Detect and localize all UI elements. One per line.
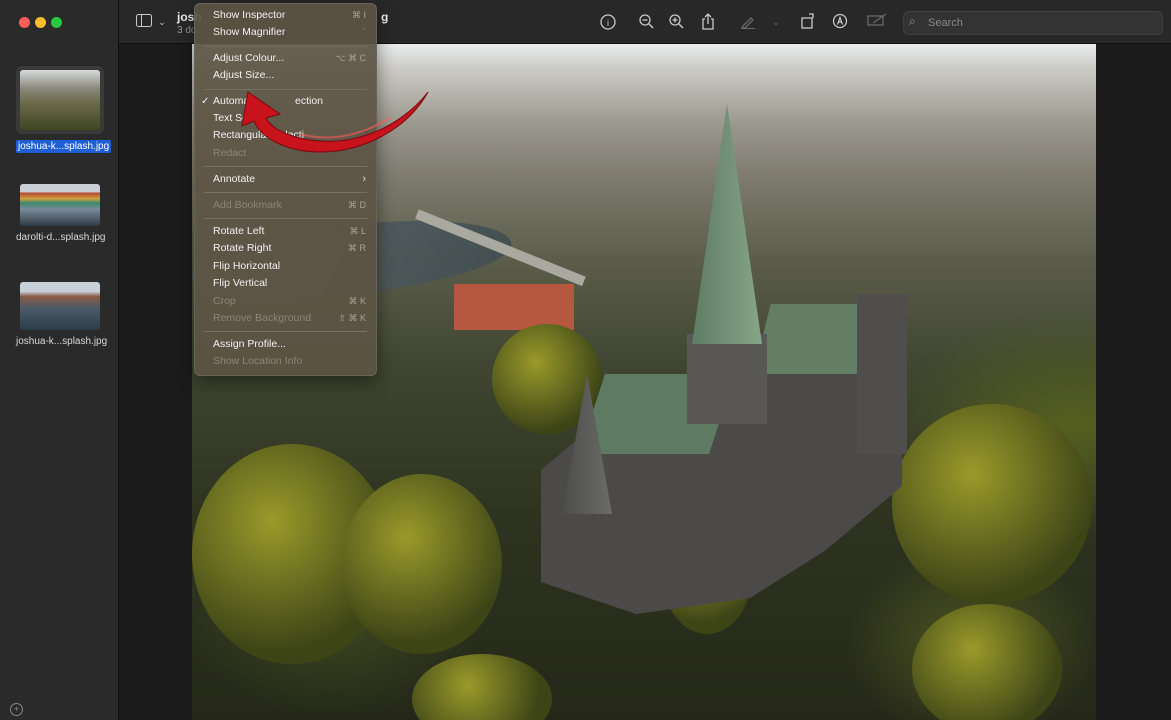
tree (912, 604, 1062, 720)
sidebar-thumbnail-3[interactable]: joshua-k...splash.jpg (16, 282, 108, 347)
menu-separator (204, 46, 367, 47)
share-icon[interactable] (699, 13, 717, 31)
tree (412, 654, 552, 720)
tools-menu: Show Inspector ⌘ I Show Magnifier ` Adjust… (194, 3, 377, 376)
menu-item-show-magnifier[interactable]: Show Magnifier ` (195, 24, 376, 41)
thumbnail-label: darolti-d...splash.jpg (16, 232, 106, 243)
thumbnail-image (20, 70, 100, 130)
menu-item-crop: Crop ⌘ K (213, 295, 366, 307)
search-field[interactable]: ⌕ (903, 11, 1163, 35)
cathedral-tower (857, 294, 907, 454)
close-window-button[interactable] (19, 17, 30, 28)
menu-item-remove-background: Remove Background ⇧ ⌘ K (213, 312, 366, 324)
markup-icon[interactable] (739, 13, 757, 31)
menu-item-assign-profile[interactable]: Assign Profile... (195, 336, 376, 353)
thumbnail-image (20, 282, 100, 330)
checkmark-icon: ✓ (201, 96, 210, 107)
highlight-icon[interactable] (867, 13, 887, 31)
menu-item-flip-horizontal[interactable]: Flip Horizontal (195, 258, 376, 275)
menu-item-rotate-left[interactable]: Rotate Left ⌘ L (195, 223, 376, 240)
minimize-window-button[interactable] (35, 17, 46, 28)
add-icon[interactable]: + (10, 703, 23, 716)
search-input[interactable] (926, 14, 1150, 32)
preview-window: joshua-k...splash.jpg darolti-d...splash… (0, 0, 1171, 720)
thumbnail-label: joshua-k...splash.jpg (16, 336, 108, 347)
menu-item-adjust-size[interactable]: Adjust Size... (195, 67, 376, 84)
chevron-right-icon: › (362, 173, 366, 185)
search-icon: ⌕ (909, 14, 916, 28)
annotate-icon[interactable] (831, 13, 849, 31)
tree (892, 404, 1092, 604)
red-roof-building (454, 284, 574, 330)
menu-separator (204, 192, 367, 193)
info-icon[interactable]: i (599, 13, 617, 31)
sidebar: joshua-k...splash.jpg darolti-d...splash… (0, 0, 119, 720)
chevron-down-icon[interactable]: ⌄ (767, 13, 785, 31)
tree (342, 474, 502, 654)
zoom-window-button[interactable] (51, 17, 62, 28)
sidebar-toggle-icon[interactable] (135, 13, 153, 31)
menu-separator (204, 331, 367, 332)
menu-item-annotate[interactable]: Annotate › (195, 171, 376, 188)
menu-separator (204, 218, 367, 219)
svg-text:i: i (607, 18, 609, 28)
cathedral-spire (692, 104, 762, 344)
menu-item-show-inspector[interactable]: Show Inspector ⌘ I (195, 7, 376, 24)
thumbnail-image (20, 184, 100, 226)
menu-item-flip-vertical[interactable]: Flip Vertical (195, 275, 376, 292)
menu-item-rotate-right[interactable]: Rotate Right ⌘ R (195, 240, 376, 257)
rotate-icon[interactable] (799, 13, 817, 31)
zoom-out-icon[interactable] (637, 13, 655, 31)
menu-item-adjust-colour[interactable]: Adjust Colour... ⌥ ⌘ C (195, 50, 376, 67)
thumbnail-label: joshua-k...splash.jpg (16, 140, 112, 153)
sidebar-thumbnail-2[interactable]: darolti-d...splash.jpg (16, 184, 106, 243)
document-title-end: g (381, 10, 389, 24)
zoom-in-icon[interactable] (667, 13, 685, 31)
red-arrow-annotation (241, 91, 429, 153)
cathedral-tower (687, 334, 767, 424)
sidebar-thumbnail-1[interactable]: joshua-k...splash.jpg (16, 66, 112, 154)
menu-item-add-bookmark: Add Bookmark ⌘ D (213, 199, 366, 211)
menu-separator (204, 166, 367, 167)
chevron-down-icon[interactable]: ⌄ (153, 13, 171, 31)
menu-item-show-location-info: Show Location Info (213, 355, 303, 367)
